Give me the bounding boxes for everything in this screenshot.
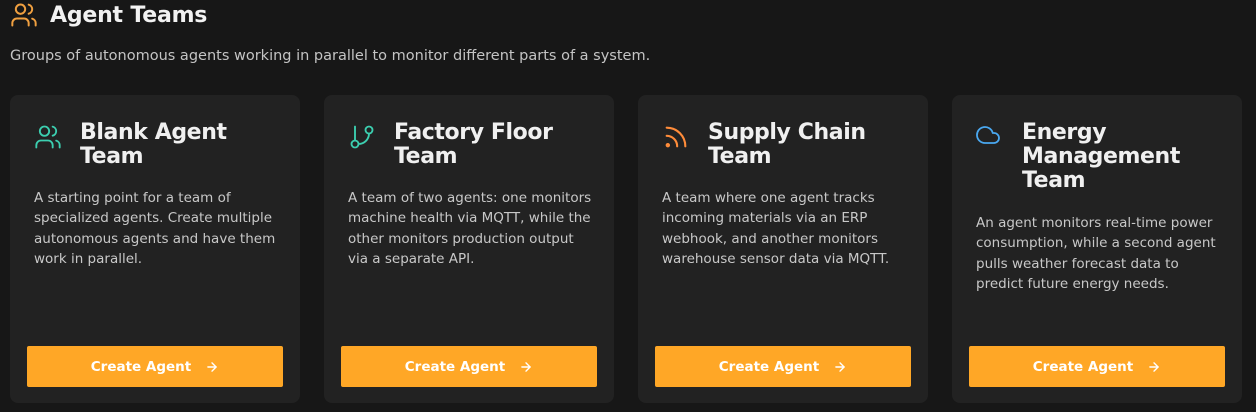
card-description: An agent monitors real-time power consum… bbox=[976, 215, 1216, 292]
card-header: Energy Management Team bbox=[976, 121, 1224, 193]
users-icon bbox=[10, 1, 38, 29]
card-title: Supply Chain Team bbox=[708, 120, 866, 169]
card-energy-management-team: Energy Management Team An agent monitors… bbox=[952, 95, 1242, 403]
users-icon bbox=[34, 123, 62, 151]
card-title: Factory Floor Team bbox=[394, 120, 553, 169]
rss-icon bbox=[662, 123, 690, 151]
arrow-right-icon bbox=[519, 360, 533, 374]
button-label: Create Agent bbox=[404, 358, 506, 375]
page-subtitle: Groups of autonomous agents working in p… bbox=[10, 48, 651, 64]
cloud-icon bbox=[976, 123, 1004, 151]
button-label: Create Agent bbox=[1032, 358, 1134, 375]
button-label: Create Agent bbox=[90, 358, 192, 375]
card-blank-agent-team: Blank Agent Team A starting point for a … bbox=[10, 95, 300, 403]
button-label: Create Agent bbox=[718, 358, 820, 375]
card-description: A team of two agents: one monitors machi… bbox=[348, 190, 592, 267]
git-branch-icon bbox=[348, 123, 376, 151]
arrow-right-icon bbox=[833, 360, 847, 374]
card-description: A team where one agent tracks incoming m… bbox=[662, 190, 890, 267]
agent-team-cards: Blank Agent Team A starting point for a … bbox=[10, 95, 1242, 403]
card-title: Energy Management Team bbox=[1022, 120, 1180, 193]
card-header: Blank Agent Team bbox=[34, 121, 282, 169]
section-header: Agent Teams bbox=[10, 0, 207, 30]
arrow-right-icon bbox=[205, 360, 219, 374]
card-header: Supply Chain Team bbox=[662, 121, 910, 169]
arrow-right-icon bbox=[1147, 360, 1161, 374]
card-header: Factory Floor Team bbox=[348, 121, 596, 169]
create-agent-button[interactable]: Create Agent bbox=[969, 346, 1225, 387]
card-supply-chain-team: Supply Chain Team A team where one agent… bbox=[638, 95, 928, 403]
create-agent-button[interactable]: Create Agent bbox=[27, 346, 283, 387]
create-agent-button[interactable]: Create Agent bbox=[341, 346, 597, 387]
card-description: A starting point for a team of specializ… bbox=[34, 190, 276, 267]
card-title: Blank Agent Team bbox=[80, 120, 227, 169]
create-agent-button[interactable]: Create Agent bbox=[655, 346, 911, 387]
card-factory-floor-team: Factory Floor Team A team of two agents:… bbox=[324, 95, 614, 403]
page-title: Agent Teams bbox=[50, 2, 208, 28]
